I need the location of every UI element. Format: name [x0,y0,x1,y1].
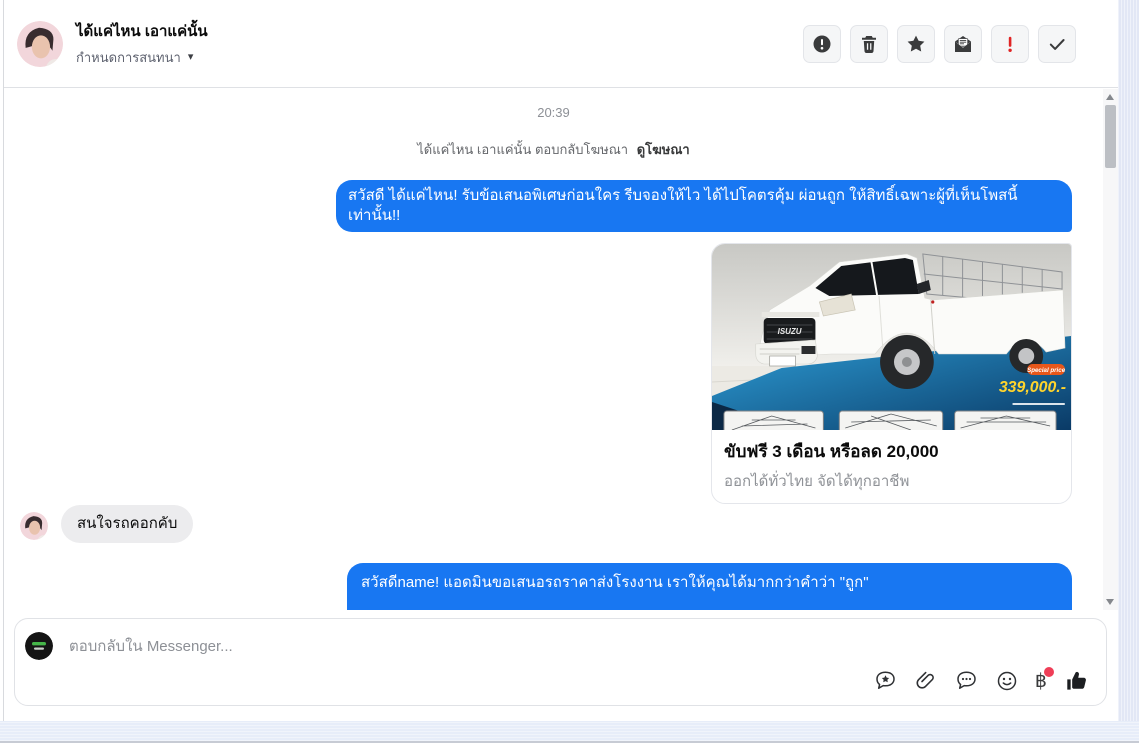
system-message-text: ได้แค่ไหน เอาแค่นั้น ตอบกลับโฆษณา [417,142,629,157]
incoming-message-1: สนใจรถคอกคับ [61,505,194,543]
page-logo-icon [25,632,53,660]
truck-ad-image: ISUZU Special price 339,000.- [712,244,1071,430]
scrollbar-thumb[interactable] [1105,105,1116,168]
scroll-down-arrow-icon[interactable] [1106,599,1114,605]
conversation-toolbar [803,24,1076,63]
ad-thumbnails [723,410,1057,430]
price-text: 339,000.- [999,379,1066,396]
header-meta: ได้แค่ไหน เอาแค่นั้น กำหนดการสนทนา ▾ [76,19,208,68]
page-divider-bottom [0,741,1139,743]
star-button[interactable] [897,24,935,63]
mark-done-button[interactable] [1038,24,1076,63]
ad-card-subtitle: ออกได้ทั่วไทย จัดได้ทุกอาชีพ [724,473,910,490]
scroll-up-arrow-icon[interactable] [1106,94,1114,100]
ad-card-title: ขับฟรี 3 เดือน หรือลด 20,000 [724,442,939,461]
incoming-message-row: สนใจรถคอกคับ [20,505,194,543]
trash-icon [862,35,876,53]
reply-composer[interactable]: ฿ [14,618,1107,706]
priority-button[interactable] [991,24,1029,63]
conversation-header: ได้แค่ไหน เอาแค่นั้น กำหนดการสนทนา ▾ [4,0,1118,88]
priority-exclamation-icon [1008,36,1012,52]
like-button[interactable] [1061,666,1092,696]
thumbs-up-icon [1067,671,1086,690]
paperclip-icon [916,671,934,689]
timestamp: 20:39 [537,105,570,120]
truck-brand-label: ISUZU [778,327,802,336]
schedule-label: กำหนดการสนทนา [76,50,181,65]
star-icon [907,35,925,51]
composer-actions: ฿ [871,666,1092,696]
view-ad-link[interactable]: ดูโฆษณา [637,142,690,157]
exclamation-circle-icon [813,35,831,52]
comment-button[interactable] [952,667,981,695]
chat-scrollbar[interactable] [1103,89,1118,610]
saved-replies-button[interactable] [871,667,900,695]
ad-card-body: ขับฟรี 3 เดือน หรือลด 20,000 ออกได้ทั่วไ… [712,430,1071,503]
ad-fineprint [1012,403,1066,405]
special-price-label: Special price [1027,367,1066,374]
page-avatar [25,632,53,660]
payment-baht-button[interactable]: ฿ [1033,666,1054,693]
attach-file-button[interactable] [912,667,940,695]
person-avatar-icon [17,20,63,67]
comment-dots-icon [957,671,976,689]
page-background-bottom [0,721,1139,741]
person-avatar-icon [20,512,48,540]
smiley-icon [997,671,1017,691]
reply-input[interactable] [67,634,627,658]
message-list[interactable]: 20:39 ได้แค่ไหน เอาแค่นั้น ตอบกลับโฆษณา … [4,89,1103,610]
outgoing-message-1: สวัสดี ได้แค่ไหน! รับข้อเสนอพิเศษก่อนใคร… [336,180,1072,232]
mark-unread-envelope-icon [955,35,971,52]
report-button[interactable] [803,24,841,63]
chevron-down-icon: ▾ [187,51,194,63]
notification-dot [1044,666,1054,677]
emoji-button[interactable] [993,667,1021,695]
ad-attachment-card[interactable]: ISUZU Special price 339,000.- ขับฟรี 3 เ… [711,243,1072,504]
conversation-title: ได้แค่ไหน เอาแค่นั้น [76,23,208,40]
schedule-dropdown[interactable]: กำหนดการสนทนา ▾ [76,47,208,68]
avatar[interactable] [20,512,48,540]
bubble-star-icon [876,671,895,689]
delete-button[interactable] [850,24,888,63]
page-background-right [1118,0,1139,741]
mark-done-check-icon [1049,38,1065,50]
mark-unread-button[interactable] [944,24,982,63]
system-message: ได้แค่ไหน เอาแค่นั้น ตอบกลับโฆษณา ดูโฆษณ… [4,139,1103,160]
outgoing-message-2: สวัสดีname! แอดมินขอเสนอรถราคาส่งโรงงาน … [347,563,1072,610]
avatar[interactable] [17,20,63,67]
